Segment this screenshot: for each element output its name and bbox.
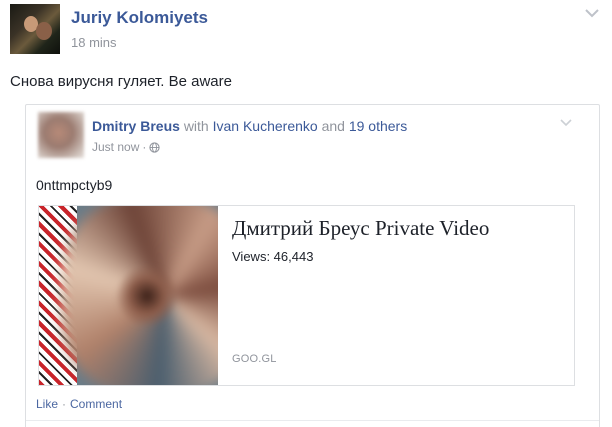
actions-separator: ·	[62, 397, 67, 411]
globe-icon	[149, 141, 160, 153]
shared-post-actions: Like · Comment	[36, 397, 122, 411]
others-link[interactable]: 19 others	[349, 118, 407, 134]
post-timestamp[interactable]: 18 mins	[71, 35, 117, 50]
shared-post: Dmitry Breus with Ivan Kucherenko and 19…	[25, 104, 600, 427]
divider	[26, 420, 599, 421]
link-title[interactable]: Дмитрий Бреус Private Video	[232, 216, 489, 241]
meta-separator: ·	[142, 140, 147, 154]
chevron-down-icon[interactable]	[559, 118, 573, 128]
shared-post-meta: Just now ·	[92, 140, 160, 154]
like-link[interactable]: Like	[36, 397, 58, 411]
shared-author-name-link[interactable]: Dmitry Breus	[92, 118, 180, 134]
swirl-center	[117, 266, 177, 326]
with-text: with	[183, 118, 209, 134]
link-preview-card[interactable]: Дмитрий Бреус Private Video Views: 46,44…	[38, 205, 575, 386]
chevron-down-icon[interactable]	[584, 7, 600, 19]
shared-author-avatar[interactable]	[38, 112, 84, 158]
author-name-link[interactable]: Juriy Kolomiyets	[71, 8, 208, 28]
and-text: and	[321, 118, 345, 134]
shared-post-timestamp[interactable]: Just now	[92, 140, 139, 154]
shared-post-text: 0nttmpctyb9	[36, 177, 113, 193]
shared-post-header: Dmitry Breus with Ivan Kucherenko and 19…	[92, 118, 407, 134]
link-thumbnail[interactable]	[39, 206, 218, 385]
link-domain: GOO.GL	[232, 353, 277, 365]
link-description: Views: 46,443	[232, 249, 314, 264]
post-text: Снова вирусня гуляет. Be aware	[10, 73, 232, 90]
comment-link[interactable]: Comment	[70, 397, 122, 411]
tagged-user-link[interactable]: Ivan Kucherenko	[213, 118, 318, 134]
author-avatar[interactable]	[10, 4, 60, 54]
